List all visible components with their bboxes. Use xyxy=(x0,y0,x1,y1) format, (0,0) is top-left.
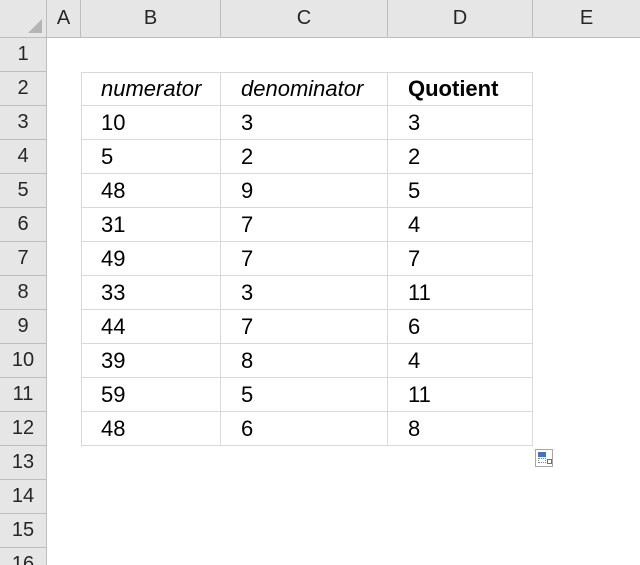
cell-c10[interactable]: 8 xyxy=(221,344,388,378)
cell-c9[interactable]: 7 xyxy=(221,310,388,344)
spreadsheet-grid[interactable]: A B C D E 1 2 3 4 5 6 7 8 9 10 11 12 13 … xyxy=(0,0,640,565)
row-header-1[interactable]: 1 xyxy=(0,38,47,72)
paste-options-clipboard-icon xyxy=(538,452,546,457)
select-all-triangle-icon xyxy=(28,19,42,33)
row-header-9[interactable]: 9 xyxy=(0,310,47,344)
cell-c5[interactable]: 9 xyxy=(221,174,388,208)
column-header-e[interactable]: E xyxy=(533,0,640,38)
cell-c8[interactable]: 3 xyxy=(221,276,388,310)
cell-b11[interactable]: 59 xyxy=(81,378,221,412)
cell-b8[interactable]: 33 xyxy=(81,276,221,310)
paste-options-cell-icon xyxy=(547,459,552,464)
cell-d7[interactable]: 7 xyxy=(388,242,533,276)
cell-c6[interactable]: 7 xyxy=(221,208,388,242)
cell-d8[interactable]: 11 xyxy=(388,276,533,310)
column-header-b[interactable]: B xyxy=(81,0,221,38)
cell-b2-header-numerator[interactable]: numerator xyxy=(81,72,221,106)
cell-c11[interactable]: 5 xyxy=(221,378,388,412)
column-header-c[interactable]: C xyxy=(221,0,388,38)
cell-d6[interactable]: 4 xyxy=(388,208,533,242)
row-header-16[interactable]: 16 xyxy=(0,548,47,565)
column-header-d[interactable]: D xyxy=(388,0,533,38)
cell-d2-header-quotient[interactable]: Quotient xyxy=(388,72,533,106)
row-header-4[interactable]: 4 xyxy=(0,140,47,174)
row-header-13[interactable]: 13 xyxy=(0,446,47,480)
cell-b9[interactable]: 44 xyxy=(81,310,221,344)
cell-d3[interactable]: 3 xyxy=(388,106,533,140)
cell-d10[interactable]: 4 xyxy=(388,344,533,378)
row-header-6[interactable]: 6 xyxy=(0,208,47,242)
cell-b5[interactable]: 48 xyxy=(81,174,221,208)
cell-d11[interactable]: 11 xyxy=(388,378,533,412)
row-header-3[interactable]: 3 xyxy=(0,106,47,140)
paste-options-icon[interactable] xyxy=(535,449,553,467)
cell-c7[interactable]: 7 xyxy=(221,242,388,276)
cell-b6[interactable]: 31 xyxy=(81,208,221,242)
cell-b4[interactable]: 5 xyxy=(81,140,221,174)
row-header-8[interactable]: 8 xyxy=(0,276,47,310)
cell-c3[interactable]: 3 xyxy=(221,106,388,140)
cell-c2-header-denominator[interactable]: denominator xyxy=(221,72,388,106)
cell-b7[interactable]: 49 xyxy=(81,242,221,276)
row-header-2[interactable]: 2 xyxy=(0,72,47,106)
row-header-10[interactable]: 10 xyxy=(0,344,47,378)
cell-b12[interactable]: 48 xyxy=(81,412,221,446)
paste-options-dotted-icon xyxy=(538,458,546,463)
row-header-7[interactable]: 7 xyxy=(0,242,47,276)
row-header-11[interactable]: 11 xyxy=(0,378,47,412)
cell-d9[interactable]: 6 xyxy=(388,310,533,344)
cell-c12[interactable]: 6 xyxy=(221,412,388,446)
cell-c4[interactable]: 2 xyxy=(221,140,388,174)
column-header-a[interactable]: A xyxy=(47,0,81,38)
cell-b3[interactable]: 10 xyxy=(81,106,221,140)
row-header-5[interactable]: 5 xyxy=(0,174,47,208)
cell-d5[interactable]: 5 xyxy=(388,174,533,208)
cell-d4[interactable]: 2 xyxy=(388,140,533,174)
cell-d12[interactable]: 8 xyxy=(388,412,533,446)
select-all-corner[interactable] xyxy=(0,0,47,38)
row-header-12[interactable]: 12 xyxy=(0,412,47,446)
row-header-14[interactable]: 14 xyxy=(0,480,47,514)
row-header-15[interactable]: 15 xyxy=(0,514,47,548)
cell-b10[interactable]: 39 xyxy=(81,344,221,378)
